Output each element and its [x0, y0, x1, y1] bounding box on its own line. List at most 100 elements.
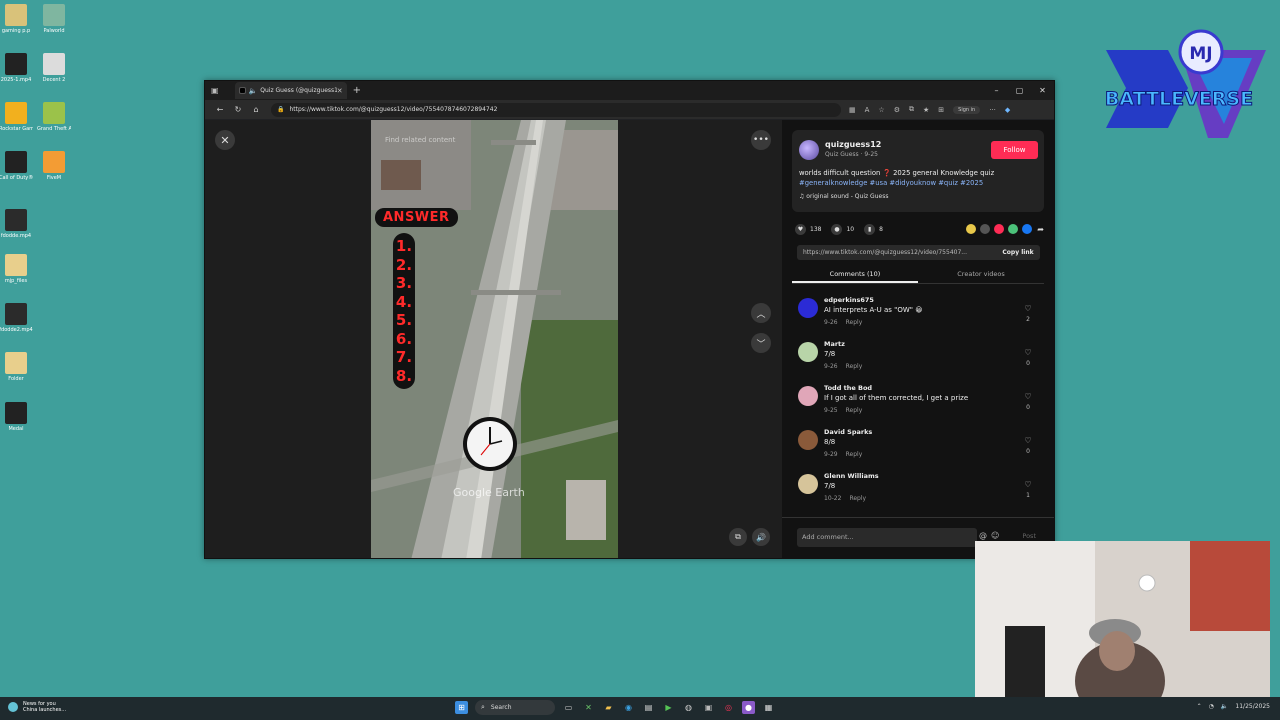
- comment-username[interactable]: edperkins675: [824, 296, 874, 304]
- save-stat[interactable]: ▮ 8: [864, 223, 883, 235]
- xbox-icon[interactable]: ✕: [582, 701, 595, 714]
- hashtags[interactable]: #generalknowledge #usa #didyouknow #quiz…: [799, 178, 1036, 188]
- chrome-icon[interactable]: ◎: [722, 701, 735, 714]
- start-icon[interactable]: ⊞: [455, 701, 468, 714]
- desktop-icon[interactable]: mjp_files: [0, 254, 32, 284]
- medal-icon[interactable]: ▦: [762, 701, 775, 714]
- back-icon[interactable]: ←: [211, 105, 229, 114]
- mention-icon[interactable]: @: [979, 531, 987, 540]
- copilot-icon[interactable]: ◆: [1005, 106, 1010, 114]
- tab-creator-videos[interactable]: Creator videos: [918, 266, 1044, 283]
- app-icon[interactable]: ▶: [662, 701, 675, 714]
- desktop-icon[interactable]: gaming p.p: [0, 4, 32, 34]
- comment-stat[interactable]: ● 10: [831, 223, 854, 235]
- volume-button[interactable]: 🔊: [752, 528, 770, 546]
- desktop-icon[interactable]: Medal: [0, 402, 32, 432]
- address-bar[interactable]: 🔒 https://www.tiktok.com/@quizguess12/vi…: [271, 102, 841, 117]
- taskbar-date[interactable]: 11/25/2025: [1235, 703, 1270, 710]
- add-comment-input[interactable]: Add comment...: [797, 528, 977, 547]
- share-option-icon[interactable]: [1008, 224, 1019, 234]
- tab-actions-icon[interactable]: ▣: [211, 86, 219, 95]
- store-icon[interactable]: ▣: [702, 701, 715, 714]
- task-view-icon[interactable]: ▭: [562, 701, 575, 714]
- share-arrow-icon[interactable]: ➦: [1037, 225, 1044, 234]
- split-screen-icon[interactable]: ⧉: [909, 105, 914, 114]
- desktop-icon[interactable]: Folder: [0, 352, 32, 382]
- desktop-icon[interactable]: fdodde2.mp4: [0, 303, 33, 333]
- new-tab-button[interactable]: +: [353, 85, 361, 96]
- pip-button[interactable]: ⧉: [729, 528, 747, 546]
- maximize-button[interactable]: ▢: [1008, 86, 1031, 95]
- comment-like-icon[interactable]: ♡: [1022, 348, 1034, 357]
- desktop-icon[interactable]: Palworld: [38, 4, 70, 34]
- desktop-icon[interactable]: fdodde.mp4: [0, 209, 32, 239]
- comment-username[interactable]: Glenn Williams: [824, 472, 879, 480]
- reply-button[interactable]: Reply: [846, 451, 863, 458]
- video-player[interactable]: Find related content ANSWER 1. 2. 3. 4. 5. 6.…: [371, 120, 618, 558]
- favorites-icon[interactable]: ★: [923, 106, 929, 114]
- comment-like-icon[interactable]: ♡: [1022, 304, 1034, 313]
- speaker-icon[interactable]: 🔈: [249, 87, 258, 95]
- more-options-button[interactable]: •••: [751, 130, 771, 150]
- sound-link[interactable]: ♫ original sound - Quiz Guess: [799, 193, 888, 200]
- lock-icon[interactable]: 🔒: [277, 106, 284, 113]
- close-window-button[interactable]: ✕: [1031, 86, 1054, 95]
- like-stat[interactable]: ♥ 138: [795, 223, 821, 235]
- comment-like-icon[interactable]: ♡: [1022, 392, 1034, 401]
- comment-username[interactable]: David Sparks: [824, 428, 872, 436]
- news-widget[interactable]: News for you China launches...: [8, 701, 66, 713]
- reply-button[interactable]: Reply: [849, 495, 866, 502]
- comment-like-icon[interactable]: ♡: [1022, 480, 1034, 489]
- desktop-icon[interactable]: Decent 2: [38, 53, 70, 83]
- sign-in-button[interactable]: Sign in: [953, 105, 981, 114]
- home-icon[interactable]: ⌂: [247, 105, 265, 114]
- comment-avatar[interactable]: [798, 474, 818, 494]
- close-video-button[interactable]: ✕: [215, 130, 235, 150]
- comment-username[interactable]: Todd the Bod: [824, 384, 872, 392]
- comment-avatar[interactable]: [798, 342, 818, 362]
- collections-icon[interactable]: ⊞: [938, 106, 944, 114]
- file-explorer-icon[interactable]: ▰: [602, 701, 615, 714]
- comment-avatar[interactable]: [798, 298, 818, 318]
- reader-icon[interactable]: ▦: [849, 106, 856, 114]
- more-menu-icon[interactable]: ···: [989, 106, 996, 114]
- terminal-icon[interactable]: ▤: [642, 701, 655, 714]
- edge-icon[interactable]: ◉: [622, 701, 635, 714]
- tray-overflow-icon[interactable]: ⌃: [1197, 703, 1202, 710]
- comment-username[interactable]: Martz: [824, 340, 845, 348]
- refresh-icon[interactable]: ↻: [229, 105, 247, 114]
- desktop-icon[interactable]: Rockstar Games ...: [0, 102, 33, 132]
- favorite-star-icon[interactable]: ☆: [878, 106, 884, 114]
- close-tab-icon[interactable]: ✕: [337, 87, 343, 95]
- desktop-icon[interactable]: Grand Theft Auto V Le...: [37, 102, 71, 132]
- comment-avatar[interactable]: [798, 430, 818, 450]
- volume-icon[interactable]: 🔈: [1221, 703, 1228, 710]
- comment-avatar[interactable]: [798, 386, 818, 406]
- desktop-icon[interactable]: FiveM: [38, 151, 70, 181]
- emoji-icon[interactable]: ☺: [991, 531, 999, 540]
- tab-comments[interactable]: Comments (10): [792, 266, 918, 283]
- copy-link-button[interactable]: Copy link: [996, 249, 1040, 256]
- share-link-text[interactable]: https://www.tiktok.com/@quizguess12/vide…: [803, 249, 996, 256]
- steam-icon[interactable]: ◍: [682, 701, 695, 714]
- reply-button[interactable]: Reply: [846, 319, 863, 326]
- reply-button[interactable]: Reply: [846, 363, 863, 370]
- post-button[interactable]: Post: [1022, 532, 1036, 540]
- share-option-icon[interactable]: [980, 224, 991, 234]
- minimize-button[interactable]: –: [985, 86, 1008, 95]
- next-video-button[interactable]: ﹀: [751, 333, 771, 353]
- creator-username[interactable]: quizguess12: [825, 140, 881, 149]
- read-aloud-icon[interactable]: A: [865, 106, 870, 114]
- creator-avatar[interactable]: [799, 140, 819, 160]
- share-option-icon[interactable]: [966, 224, 977, 234]
- taskbar-search[interactable]: ⌕ Search: [475, 700, 555, 715]
- desktop-icon[interactable]: Call of Duty®: [0, 151, 33, 181]
- reply-button[interactable]: Reply: [846, 407, 863, 414]
- follow-button[interactable]: Follow: [991, 141, 1038, 159]
- share-option-icon[interactable]: [994, 224, 1005, 234]
- tab-tiktok[interactable]: 🔈 Quiz Guess (@quizguess12) ✕: [234, 82, 347, 99]
- comment-like-icon[interactable]: ♡: [1022, 436, 1034, 445]
- network-icon[interactable]: ◔: [1209, 703, 1214, 710]
- desktop-icon[interactable]: 2025-1.mp4: [0, 53, 32, 83]
- previous-video-button[interactable]: ︿: [751, 303, 771, 323]
